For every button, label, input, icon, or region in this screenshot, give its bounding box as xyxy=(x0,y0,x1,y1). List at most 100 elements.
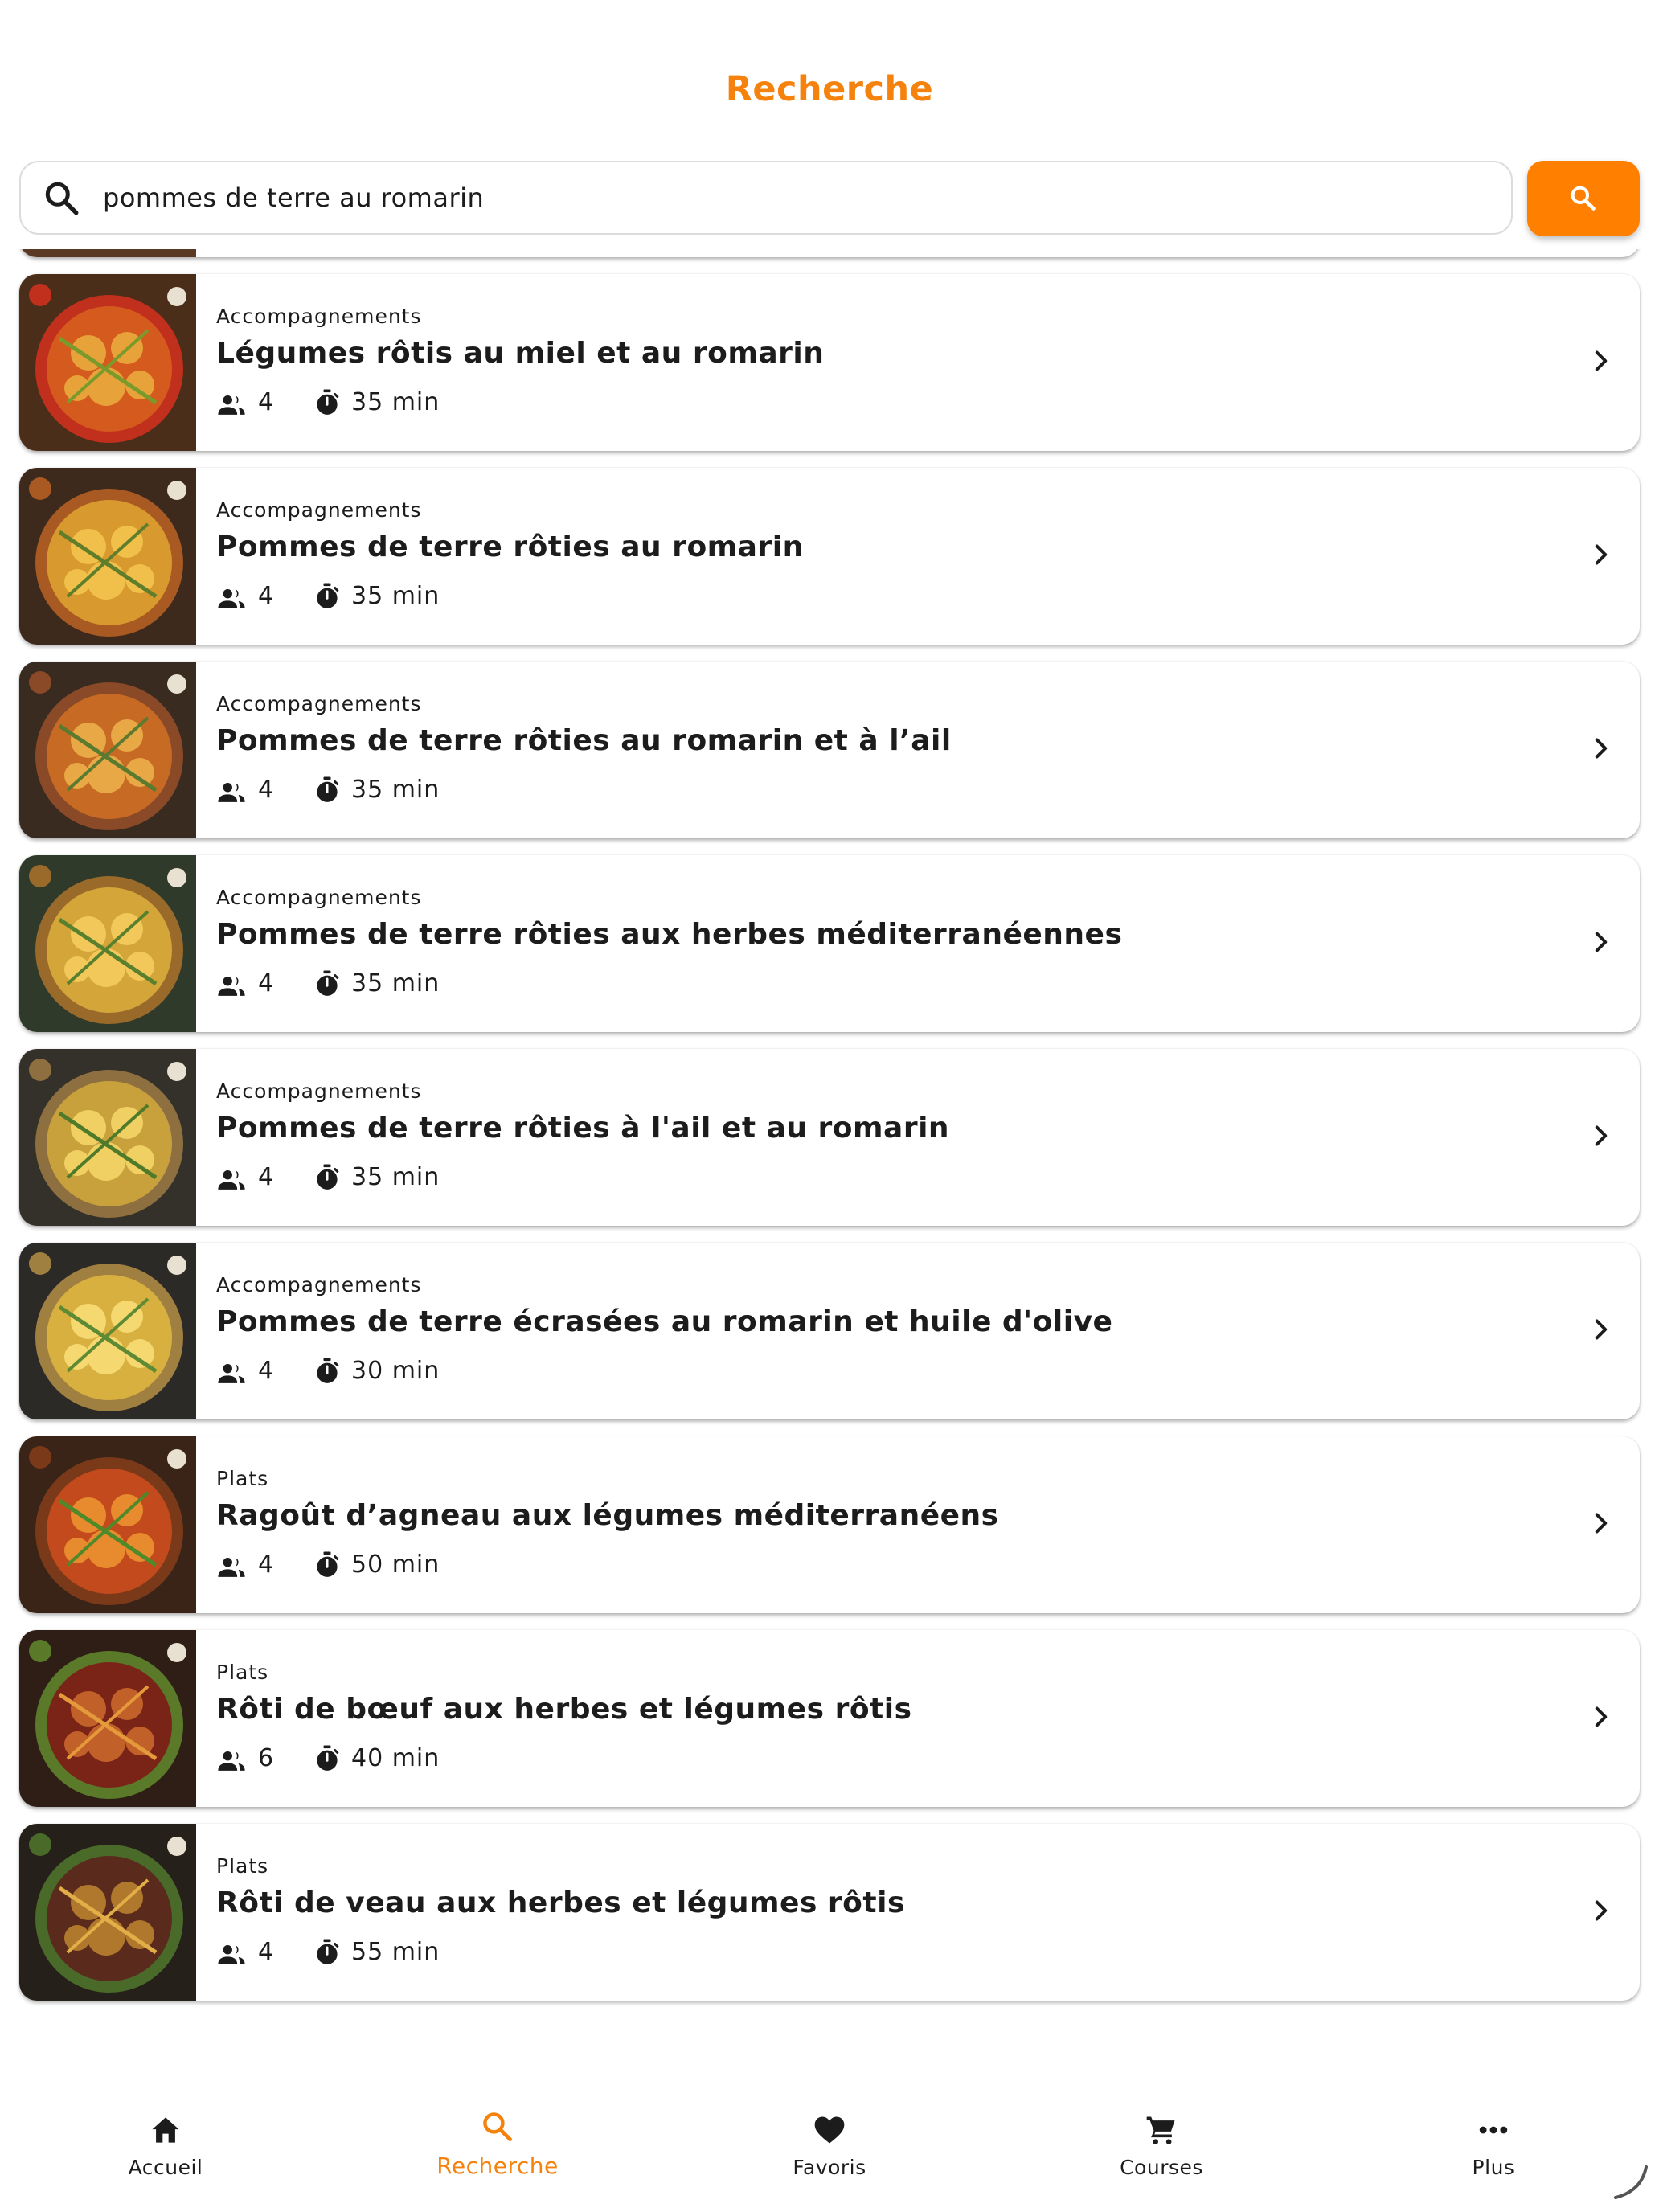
recipe-category: Accompagnements xyxy=(216,1079,422,1103)
recipe-title: Pommes de terre rôties à l'ail et au rom… xyxy=(216,1112,950,1145)
results-list[interactable]: 680 min Accompagnements Légumes rôtis au m… xyxy=(0,249,1659,2070)
recipe-card[interactable]: Accompagnements Pommes de terre rôties à … xyxy=(19,1049,1640,1226)
recipe-card[interactable]: Accompagnements Pommes de terre rôties au… xyxy=(19,662,1640,838)
search-input[interactable] xyxy=(103,174,1469,222)
page-title: Recherche xyxy=(725,69,934,109)
nav-item-courses[interactable]: Courses xyxy=(996,2074,1327,2212)
chevron-right-icon[interactable] xyxy=(1587,928,1616,956)
recipe-servings: 4 xyxy=(258,1163,275,1191)
recipe-card[interactable]: Plats Rôti de bœuf aux herbes et légumes … xyxy=(19,1630,1640,1807)
people-icon xyxy=(218,976,245,996)
resize-handle-icon xyxy=(1614,2165,1648,2199)
recipe-servings: 4 xyxy=(258,1357,275,1385)
recipe-servings: 6 xyxy=(258,1744,275,1772)
nav-label: Recherche xyxy=(436,2153,559,2179)
recipe-card[interactable]: Accompagnements Pommes de terre rôties au… xyxy=(19,855,1640,1032)
people-icon xyxy=(218,588,245,608)
recipe-card[interactable]: Plats Rôti de veau aux herbes et légumes … xyxy=(19,1824,1640,2001)
people-icon xyxy=(218,1169,245,1190)
people-icon xyxy=(218,782,245,802)
recipe-category: Accompagnements xyxy=(216,305,422,328)
recipe-thumbnail xyxy=(19,1824,196,2001)
chevron-right-icon[interactable] xyxy=(1587,1896,1616,1925)
nav-item-plus[interactable]: Plus xyxy=(1328,2074,1659,2212)
recipe-servings: 4 xyxy=(258,776,275,804)
nav-item-favoris[interactable]: Favoris xyxy=(664,2074,995,2212)
chevron-right-icon[interactable] xyxy=(1587,1121,1616,1150)
recipe-thumbnail xyxy=(19,468,196,645)
timer-icon xyxy=(317,776,339,802)
timer-icon xyxy=(317,389,339,415)
recipe-category: Plats xyxy=(216,1661,269,1684)
chevron-right-icon[interactable] xyxy=(1587,1509,1616,1538)
chevron-right-icon[interactable] xyxy=(1587,1315,1616,1344)
recipe-time: 40 min xyxy=(351,1744,440,1772)
recipe-time: 50 min xyxy=(351,1550,440,1579)
recipe-category: Accompagnements xyxy=(216,886,422,909)
recipe-title: Rôti de veau aux herbes et légumes rôtis xyxy=(216,1886,905,1919)
people-icon xyxy=(218,1557,245,1577)
chevron-right-icon[interactable] xyxy=(1587,1702,1616,1731)
timer-icon xyxy=(317,583,339,608)
recipe-title: Pommes de terre rôties aux herbes médite… xyxy=(216,918,1123,951)
bottom-navigation: Accueil Recherche Favoris Courses Plus xyxy=(0,2074,1659,2212)
recipe-category: Accompagnements xyxy=(216,692,422,715)
recipe-thumbnail xyxy=(19,662,196,838)
recipe-title: Légumes rôtis au miel et au romarin xyxy=(216,337,825,370)
recipe-card[interactable]: Accompagnements Pommes de terre rôties au… xyxy=(19,468,1640,645)
nav-item-accueil[interactable]: Accueil xyxy=(0,2074,331,2212)
recipe-card[interactable]: Accompagnements Pommes de terre écrasées … xyxy=(19,1243,1640,1419)
search-field[interactable] xyxy=(19,161,1513,235)
nav-label: Favoris xyxy=(793,2156,866,2179)
recipe-card[interactable]: Plats Ragoût d’agneau aux légumes méditer… xyxy=(19,1436,1640,1613)
people-icon xyxy=(218,1944,245,1964)
chevron-right-icon[interactable] xyxy=(1587,346,1616,375)
recipe-thumbnail xyxy=(19,1243,196,1419)
recipe-category: Accompagnements xyxy=(216,498,422,522)
search-icon xyxy=(483,2112,512,2141)
nav-label: Accueil xyxy=(128,2156,203,2179)
nav-item-recherche[interactable]: Recherche xyxy=(332,2074,663,2212)
people-icon xyxy=(218,1363,245,1383)
recipe-time: 35 min xyxy=(351,969,440,997)
recipe-category: Plats xyxy=(216,1467,269,1490)
recipe-title: Pommes de terre rôties au romarin et à l… xyxy=(216,724,952,757)
timer-icon xyxy=(317,1551,339,1577)
nav-label: Plus xyxy=(1472,2156,1515,2179)
recipe-thumbnail xyxy=(19,1049,196,1226)
recipe-time: 55 min xyxy=(351,1938,440,1966)
nav-label: Courses xyxy=(1120,2156,1203,2179)
recipe-time: 35 min xyxy=(351,388,440,416)
timer-icon xyxy=(317,970,339,996)
cart-icon xyxy=(1146,2116,1175,2144)
timer-icon xyxy=(317,1745,339,1771)
recipe-time: 35 min xyxy=(351,1163,440,1191)
recipe-thumbnail xyxy=(19,1436,196,1613)
recipe-time: 35 min xyxy=(351,776,440,804)
search-button[interactable] xyxy=(1527,161,1640,236)
recipe-card[interactable]: Accompagnements Légumes rôtis au miel et … xyxy=(19,274,1640,451)
recipe-servings: 4 xyxy=(258,1938,275,1966)
recipe-card[interactable]: 680 min xyxy=(19,249,1640,257)
timer-icon xyxy=(317,1164,339,1190)
recipe-servings: 4 xyxy=(258,1550,275,1579)
more-icon xyxy=(1479,2126,1508,2134)
recipe-category: Accompagnements xyxy=(216,1273,422,1296)
recipe-thumbnail xyxy=(19,855,196,1032)
search-icon xyxy=(45,182,79,215)
recipe-title: Rôti de bœuf aux herbes et légumes rôtis xyxy=(216,1693,912,1726)
people-icon xyxy=(218,1751,245,1771)
recipe-category: Plats xyxy=(216,1854,269,1878)
recipe-servings: 4 xyxy=(258,969,275,997)
recipe-thumbnail xyxy=(19,1630,196,1807)
chevron-right-icon[interactable] xyxy=(1587,540,1616,569)
recipe-thumbnail xyxy=(19,249,196,257)
recipe-thumbnail xyxy=(19,274,196,451)
recipe-time: 30 min xyxy=(351,1357,440,1385)
recipe-title: Ragoût d’agneau aux légumes méditerranée… xyxy=(216,1499,999,1532)
recipe-title: Pommes de terre rôties au romarin xyxy=(216,530,804,563)
people-icon xyxy=(218,395,245,415)
timer-icon xyxy=(317,1358,339,1383)
chevron-right-icon[interactable] xyxy=(1587,734,1616,763)
recipe-servings: 4 xyxy=(258,582,275,610)
